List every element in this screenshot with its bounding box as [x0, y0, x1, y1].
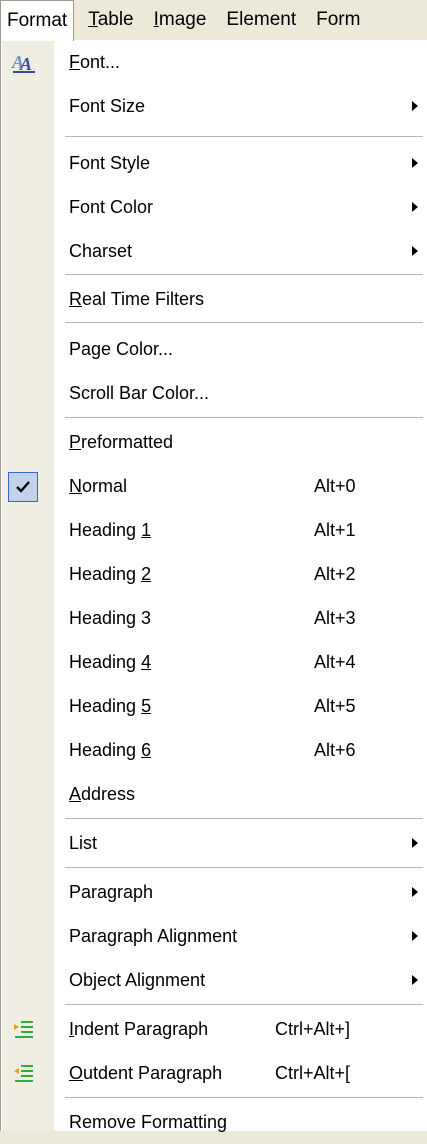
menubar-format-label: Format	[7, 10, 68, 31]
menu-item-list[interactable]: List	[2, 821, 427, 865]
menu-item-font[interactable]: A A Font...	[2, 40, 427, 84]
checked-state	[8, 472, 38, 502]
menu-item-heading-4-label: Heading 4	[69, 652, 152, 672]
submenu-arrow-icon	[412, 158, 418, 168]
menu-item-font-style-label: Font Style	[69, 153, 151, 173]
menu-item-heading-1[interactable]: Heading 1 Alt+1	[2, 508, 427, 552]
menubar-image-label: mage	[158, 9, 207, 30]
submenu-arrow-icon	[412, 202, 418, 212]
menu-item-heading-6-label: Heading 6	[69, 740, 152, 760]
menubar-image[interactable]: Image	[148, 0, 221, 40]
menu-item-normal-label: Normal	[69, 476, 128, 496]
menubar-element[interactable]: Element	[220, 0, 310, 40]
menu-separator	[65, 136, 423, 138]
menu-item-outdent-paragraph-shortcut: Ctrl+Alt+[	[275, 1063, 351, 1083]
menu-item-heading-1-shortcut: Alt+1	[314, 520, 356, 540]
menu-item-font-size-label: Font Size	[69, 96, 146, 116]
indent-icon	[10, 1015, 38, 1043]
menu-item-heading-2-label: Heading 2	[69, 564, 152, 584]
menu-item-heading-5-label: Heading 5	[69, 696, 152, 716]
menu-item-heading-2[interactable]: Heading 2 Alt+2	[2, 552, 427, 596]
menu-item-address[interactable]: Address	[2, 772, 427, 816]
menubar-form-label: Form	[316, 9, 361, 30]
menubar-table[interactable]: Table	[74, 0, 147, 40]
menu-item-preformatted-label: Preformatted	[69, 432, 174, 452]
menu-item-remove-formatting-label: Remove Formatting	[69, 1112, 228, 1132]
submenu-arrow-icon	[412, 975, 418, 985]
menu-separator	[65, 867, 423, 869]
menu-item-address-label: Address	[69, 784, 136, 804]
menu-separator	[65, 1004, 423, 1006]
menu-item-heading-3-label: Heading 3	[69, 608, 152, 628]
submenu-arrow-icon	[412, 931, 418, 941]
menu-item-preformatted[interactable]: Preformatted	[2, 420, 427, 464]
outdent-icon	[10, 1059, 38, 1087]
menu-item-list-label: List	[69, 833, 98, 853]
menu-item-real-time-filters-label: Real Time Filters	[69, 289, 205, 309]
menu-item-font-style[interactable]: Font Style	[2, 141, 427, 185]
menu-item-heading-6-shortcut: Alt+6	[314, 740, 356, 760]
menu-item-paragraph-alignment-label: Paragraph Alignment	[69, 926, 238, 946]
menu-item-normal-shortcut: Alt+0	[314, 476, 356, 496]
menu-item-heading-3-shortcut: Alt+3	[314, 608, 356, 628]
menubar-form[interactable]: Form	[310, 0, 374, 40]
menu-item-font-color[interactable]: Font Color	[2, 185, 427, 229]
menu-item-heading-3[interactable]: Heading 3 Alt+3	[2, 596, 427, 640]
submenu-arrow-icon	[412, 838, 418, 848]
menu-separator	[65, 274, 423, 276]
checkmark-icon	[16, 481, 30, 493]
submenu-arrow-icon	[412, 887, 418, 897]
menu-item-page-color[interactable]: Page Color...	[2, 327, 427, 371]
menu-item-normal[interactable]: Normal Alt+0	[2, 464, 427, 508]
menu-item-charset[interactable]: Charset	[2, 229, 427, 273]
menu-separator	[65, 818, 423, 820]
menu-item-indent-paragraph[interactable]: Indent Paragraph Ctrl+Alt+]	[2, 1007, 427, 1051]
menu-item-heading-2-shortcut: Alt+2	[314, 564, 356, 584]
submenu-arrow-icon	[412, 101, 418, 111]
menu-item-outdent-paragraph-label: Outdent Paragraph	[69, 1063, 223, 1083]
menu-separator	[65, 1097, 423, 1099]
menu-bar: Format Table Image Element Form	[0, 0, 427, 41]
menu-item-charset-label: Charset	[69, 241, 133, 261]
menu-item-font-size[interactable]: Font Size	[2, 84, 427, 128]
menu-item-font-color-label: Font Color	[69, 197, 154, 217]
menu-item-heading-6[interactable]: Heading 6 Alt+6	[2, 728, 427, 772]
menu-separator	[65, 322, 423, 324]
menu-separator	[65, 417, 423, 419]
menu-item-indent-paragraph-label: Indent Paragraph	[69, 1019, 209, 1039]
menu-item-paragraph[interactable]: Paragraph	[2, 870, 427, 914]
menu-item-heading-1-label: Heading 1	[69, 520, 152, 540]
menu-item-real-time-filters[interactable]: Real Time Filters	[2, 277, 427, 321]
menu-item-scroll-bar-color[interactable]: Scroll Bar Color...	[2, 371, 427, 415]
menubar-format[interactable]: Format	[0, 0, 75, 41]
menu-item-object-alignment[interactable]: Object Alignment	[2, 958, 427, 1002]
menu-item-heading-4-shortcut: Alt+4	[314, 652, 356, 672]
submenu-arrow-icon	[412, 246, 418, 256]
menu-item-heading-4[interactable]: Heading 4 Alt+4	[2, 640, 427, 684]
menu-item-outdent-paragraph[interactable]: Outdent Paragraph Ctrl+Alt+[	[2, 1051, 427, 1095]
menu-item-object-alignment-label: Object Alignment	[69, 970, 206, 990]
format-dropdown-menu: A A Font... Font Size Font Style Font Co…	[0, 40, 427, 1132]
menu-item-font-label: Font...	[69, 52, 121, 72]
menubar-table-mnemonic: T	[88, 9, 98, 30]
menu-item-remove-formatting[interactable]: Remove Formatting	[2, 1100, 427, 1144]
menu-item-indent-paragraph-shortcut: Ctrl+Alt+]	[275, 1019, 351, 1039]
menu-item-heading-5-shortcut: Alt+5	[314, 696, 356, 716]
font-icon: A A	[10, 48, 38, 76]
menu-item-page-color-label: Page Color...	[69, 339, 174, 359]
menu-item-scroll-bar-color-label: Scroll Bar Color...	[69, 383, 210, 403]
menu-item-heading-5[interactable]: Heading 5 Alt+5	[2, 684, 427, 728]
menubar-element-label: Element	[226, 9, 297, 30]
menu-item-paragraph-label: Paragraph	[69, 882, 154, 902]
menu-item-paragraph-alignment[interactable]: Paragraph Alignment	[2, 914, 427, 958]
menubar-table-label: able	[97, 9, 134, 30]
